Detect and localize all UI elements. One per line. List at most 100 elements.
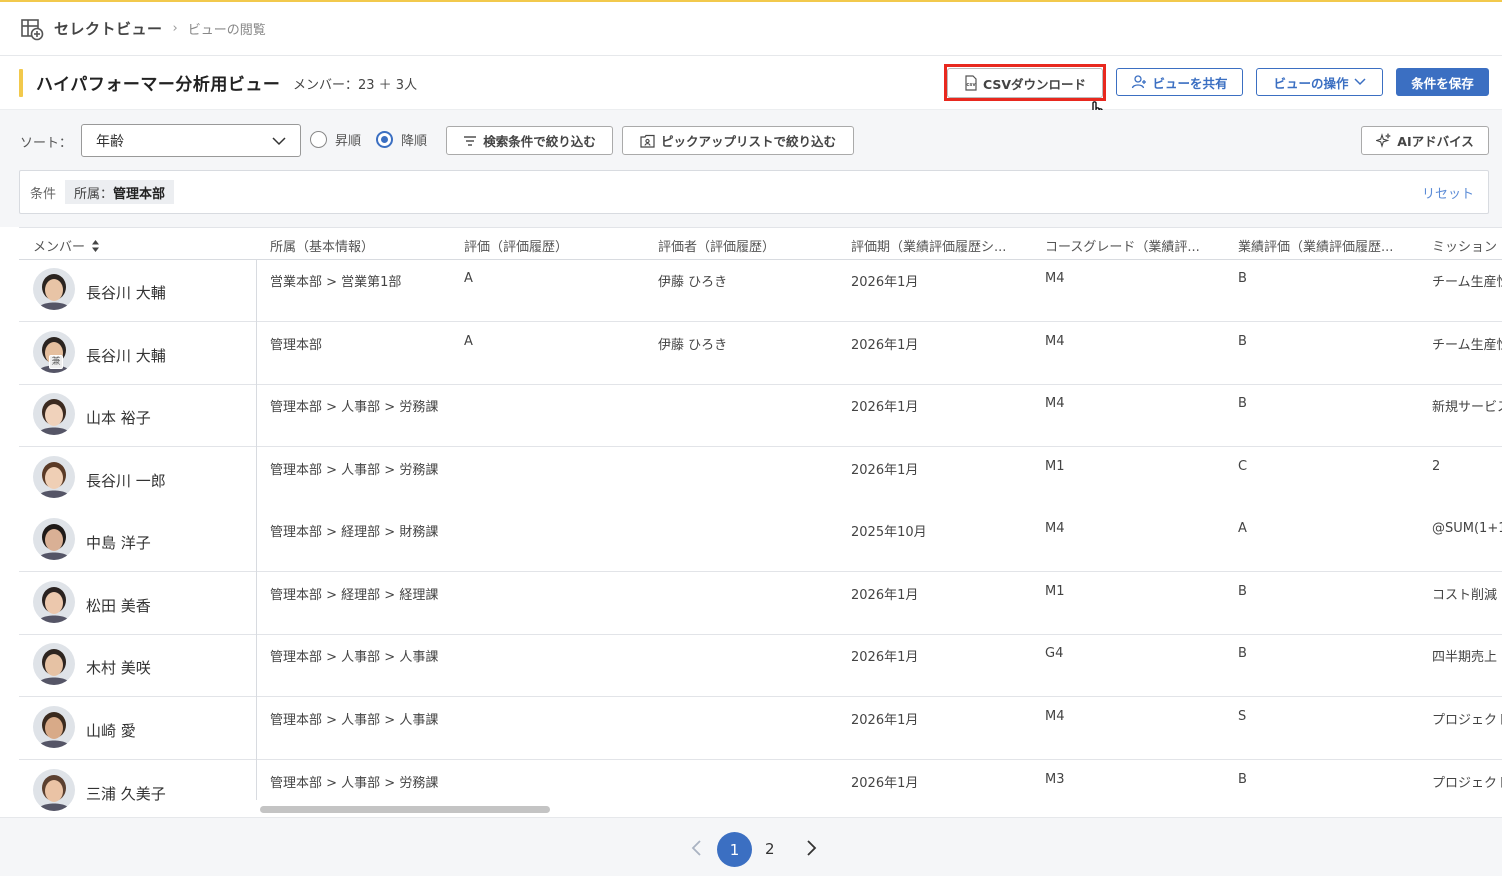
select-view-icon bbox=[21, 18, 44, 40]
filter-by-search-label: 検索条件で絞り込む bbox=[483, 134, 596, 149]
save-conditions-label: 条件を保存 bbox=[1411, 75, 1474, 91]
csv-highlight-box bbox=[944, 64, 1106, 101]
page-title: ハイパフォーマー分析用ビュー bbox=[36, 75, 281, 95]
cell-period: 2026年1月 bbox=[851, 776, 919, 791]
cell-period: 2026年1月 bbox=[851, 400, 919, 415]
cell-mission: @SUM(1+1 bbox=[1432, 521, 1502, 536]
member-table: メンバー 所属（基本情報） 評価（評価履歴） 評価者（評価履歴） 評価期（業績評… bbox=[0, 227, 1502, 817]
cell-perf: B bbox=[1238, 334, 1247, 349]
cell-grade: M1 bbox=[1045, 459, 1065, 474]
chevron-right-icon[interactable] bbox=[804, 840, 818, 856]
cell-perf: B bbox=[1238, 271, 1247, 286]
sparkle-icon bbox=[1376, 133, 1392, 148]
cell-period: 2025年10月 bbox=[851, 525, 927, 540]
cell-period: 2026年1月 bbox=[851, 588, 919, 603]
save-conditions-button[interactable]: 条件を保存 bbox=[1396, 68, 1489, 96]
cell-mission: チーム生産性 bbox=[1432, 338, 1502, 353]
sort-ascending-radio[interactable]: 昇順 bbox=[310, 130, 361, 149]
condition-chip[interactable]: 所属： 管理本部 bbox=[65, 180, 175, 204]
view-operations-button[interactable]: ビューの操作 bbox=[1256, 68, 1383, 96]
column-header-eval[interactable]: 評価（評価履歴） bbox=[464, 236, 644, 255]
column-header-performance[interactable]: 業績評価（業績評価履歴... bbox=[1238, 236, 1418, 255]
cell-perf: A bbox=[1238, 521, 1247, 536]
filter-by-pickup-label: ピックアップリストで絞り込む bbox=[660, 134, 836, 149]
condition-chip-value: 管理本部 bbox=[113, 186, 166, 202]
column-header-period[interactable]: 評価期（業績評価履歴シ... bbox=[851, 236, 1031, 255]
chevron-down-icon bbox=[272, 137, 286, 146]
share-view-button[interactable]: ビューを共有 bbox=[1116, 68, 1243, 96]
column-header-mission[interactable]: ミッション bbox=[1432, 236, 1502, 255]
chevron-down-icon bbox=[1353, 78, 1366, 86]
view-operations-label: ビューの操作 bbox=[1273, 75, 1349, 91]
cell-mission: 新規サービス bbox=[1432, 400, 1502, 415]
cell-perf: B bbox=[1238, 396, 1247, 411]
sort-descending-label: 降順 bbox=[401, 134, 428, 149]
cell-dept: 管理本部 > 人事部 > 労務課 bbox=[270, 776, 439, 791]
cell-dept: 管理本部 > 人事部 > 人事課 bbox=[270, 650, 439, 665]
horizontal-scrollbar-thumb[interactable] bbox=[260, 806, 550, 813]
cell-perf: B bbox=[1238, 646, 1247, 661]
conditions-label: 条件 bbox=[30, 187, 57, 202]
cell-mission: 2 bbox=[1432, 459, 1441, 474]
conditions-box: 条件 所属： 管理本部 リセット bbox=[19, 170, 1489, 214]
page-button-current[interactable]: 1 bbox=[717, 832, 752, 867]
member-count: メンバー：23 ＋ 3人 bbox=[293, 78, 418, 93]
cell-grade: M4 bbox=[1045, 396, 1065, 411]
cell-eval: A bbox=[464, 334, 473, 349]
cell-grade: M4 bbox=[1045, 271, 1065, 286]
cell-evaluator: 伊藤 ひろき bbox=[658, 338, 728, 353]
cell-period: 2026年1月 bbox=[851, 338, 919, 353]
cell-mission: チーム生産性 bbox=[1432, 275, 1502, 290]
radio-circle bbox=[310, 131, 327, 148]
cell-period: 2026年1月 bbox=[851, 650, 919, 665]
user-share-icon bbox=[1132, 75, 1147, 89]
cell-perf: C bbox=[1238, 459, 1248, 474]
filter-by-pickup-button[interactable]: ピックアップリストで絞り込む bbox=[622, 126, 854, 155]
column-header-dept[interactable]: 所属（基本情報） bbox=[270, 236, 450, 255]
sort-arrows-icon[interactable] bbox=[91, 239, 100, 253]
filter-icon bbox=[464, 135, 477, 146]
condition-chip-key: 所属： bbox=[74, 186, 114, 202]
column-header-grade[interactable]: コースグレード（業績評... bbox=[1045, 236, 1225, 255]
cell-grade: M4 bbox=[1045, 521, 1065, 536]
cell-dept: 営業本部 > 営業第1部 bbox=[270, 275, 402, 290]
sort-ascending-label: 昇順 bbox=[335, 134, 362, 149]
sort-descending-radio[interactable]: 降順 bbox=[376, 130, 427, 149]
member-column-divider bbox=[19, 260, 257, 800]
cell-grade: M3 bbox=[1045, 772, 1065, 787]
cell-grade: M1 bbox=[1045, 584, 1065, 599]
ai-advice-button[interactable]: AIアドバイス bbox=[1361, 126, 1489, 155]
ai-advice-label: AIアドバイス bbox=[1397, 134, 1474, 149]
cell-mission: プロジェクト bbox=[1432, 713, 1502, 728]
pickup-list-icon bbox=[640, 134, 655, 148]
sort-filter-bar: ソート： 年齢 昇順 降順 検索条件で絞り込む ピックアップリストで絞り込む A… bbox=[0, 110, 1502, 227]
cell-mission: コスト削減 bbox=[1432, 588, 1498, 603]
column-header-evaluator[interactable]: 評価者（評価履歴） bbox=[658, 236, 838, 255]
cell-dept: 管理本部 > 経理部 > 財務課 bbox=[270, 525, 439, 540]
pagination: 1 2 bbox=[0, 817, 1502, 876]
cell-perf: B bbox=[1238, 772, 1247, 787]
cell-grade: G4 bbox=[1045, 646, 1064, 661]
table-header: メンバー 所属（基本情報） 評価（評価履歴） 評価者（評価履歴） 評価期（業績評… bbox=[19, 227, 1502, 260]
cell-eval: A bbox=[464, 271, 473, 286]
reset-link[interactable]: リセット bbox=[1422, 183, 1474, 202]
cell-perf: S bbox=[1238, 709, 1247, 724]
cell-evaluator: 伊藤 ひろき bbox=[658, 275, 728, 290]
column-header-label: メンバー bbox=[33, 240, 86, 255]
chevron-right-icon: › bbox=[172, 21, 178, 36]
view-header: ハイパフォーマー分析用ビュー メンバー：23 ＋ 3人 csv CSVダウンロー… bbox=[0, 56, 1502, 110]
cell-period: 2026年1月 bbox=[851, 713, 919, 728]
breadcrumb-current: ビューの閲覧 bbox=[187, 23, 266, 38]
chevron-left-icon[interactable] bbox=[690, 840, 704, 856]
sort-label: ソート： bbox=[20, 136, 73, 151]
sort-select[interactable]: 年齢 bbox=[81, 124, 301, 157]
column-header-member[interactable]: メンバー bbox=[33, 236, 193, 255]
cell-grade: M4 bbox=[1045, 334, 1065, 349]
filter-by-search-button[interactable]: 検索条件で絞り込む bbox=[446, 126, 613, 155]
cell-dept: 管理本部 > 経理部 > 経理課 bbox=[270, 588, 439, 603]
page-button-2[interactable]: 2 bbox=[765, 840, 775, 858]
cell-mission: プロジェクト bbox=[1432, 776, 1502, 791]
breadcrumb-root[interactable]: セレクトビュー bbox=[54, 18, 163, 39]
radio-circle-selected bbox=[376, 131, 393, 148]
sort-select-value: 年齢 bbox=[96, 133, 124, 150]
